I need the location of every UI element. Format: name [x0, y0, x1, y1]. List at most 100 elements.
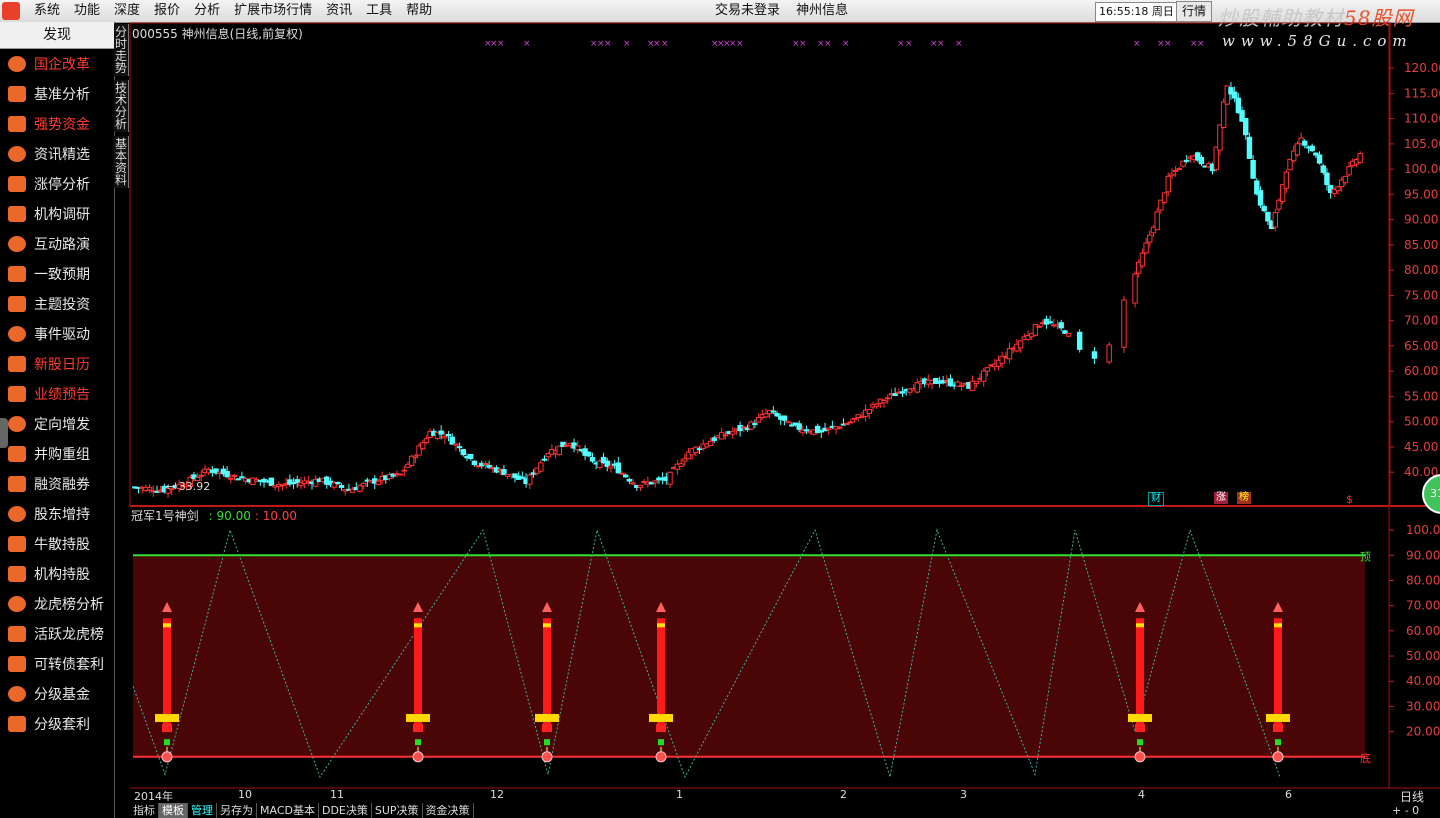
- signal-bar-cap: [414, 623, 422, 628]
- candle-body: [445, 433, 452, 437]
- bottom-tab-6[interactable]: SUP决策: [372, 803, 423, 818]
- candle-body: [851, 417, 858, 420]
- candle-body: [1243, 118, 1249, 136]
- candle-body: [1106, 344, 1112, 363]
- bottom-tab-4[interactable]: MACD基本: [257, 803, 319, 818]
- top-signal-mark: ×: [937, 39, 945, 49]
- candle-body: [467, 453, 474, 459]
- candle-body: [1261, 206, 1267, 212]
- candle-body: [774, 412, 780, 417]
- candle-body: [652, 480, 658, 484]
- candle-body: [519, 476, 526, 479]
- bottom-tab-0[interactable]: 指标: [130, 803, 159, 818]
- x-axis-label: 12: [490, 788, 504, 801]
- candle-body: [1017, 340, 1024, 349]
- signal-green-dot: [1137, 739, 1143, 746]
- candle-body: [958, 385, 965, 388]
- signal-bar-band: [649, 713, 673, 722]
- signal-bar-cap: [163, 623, 171, 628]
- period-label[interactable]: 日线: [1400, 788, 1424, 805]
- signal-green-dot: [415, 739, 421, 746]
- candle-body: [667, 471, 673, 485]
- candle-body: [752, 423, 758, 426]
- candle-body: [357, 485, 363, 492]
- candle-body: [556, 445, 562, 456]
- signal-bar-foot: [542, 724, 552, 733]
- chart-canvas[interactable]: 40.00 45.00 50.00 55.00 60.00 65.00 70.00 75.00…: [0, 0, 1440, 818]
- candle-body: [803, 429, 810, 432]
- candle-body: [1324, 172, 1330, 186]
- y-tick-label: 80.00: [1404, 263, 1438, 277]
- candle-body: [1161, 192, 1168, 203]
- signal-bar-foot: [1273, 724, 1283, 733]
- bottom-tab-5[interactable]: DDE决策: [319, 803, 372, 818]
- indicator-zone: [133, 555, 1365, 757]
- bottom-tab-2[interactable]: 管理: [188, 803, 217, 818]
- candle-body: [1283, 171, 1290, 189]
- candle-body: [442, 435, 448, 439]
- x-axis-label: 1: [676, 788, 683, 801]
- bottom-tab-1[interactable]: 模板: [159, 803, 188, 818]
- candle-body: [1220, 101, 1227, 128]
- event-tag-dragon-list[interactable]: 榜: [1237, 492, 1251, 504]
- candle-body: [770, 410, 777, 413]
- candle-body: [235, 478, 241, 481]
- candle-body: [1231, 91, 1238, 99]
- event-tag-dollar[interactable]: $: [1346, 493, 1353, 506]
- candle-body: [501, 469, 507, 476]
- top-signal-mark: ×: [824, 39, 832, 49]
- signal-green-dot: [1275, 739, 1281, 746]
- candle-body: [1036, 325, 1042, 328]
- event-tag-limit-up[interactable]: 涨: [1214, 492, 1228, 504]
- indicator-y-label: 100.00: [1406, 523, 1440, 537]
- candle-body: [360, 482, 367, 487]
- candle-body: [239, 476, 245, 479]
- candle-body: [885, 397, 891, 400]
- candle-body: [1176, 167, 1183, 170]
- candle-body: [608, 465, 614, 469]
- candle-body: [981, 370, 987, 382]
- candle-body: [589, 456, 596, 462]
- candle-body: [1342, 175, 1349, 184]
- candle-body: [682, 458, 688, 462]
- y-tick-label: 45.00: [1404, 440, 1438, 454]
- candle-body: [984, 367, 991, 372]
- candle-body: [1180, 160, 1186, 167]
- candle-body: [637, 484, 644, 488]
- top-reference-label: 顶: [1360, 550, 1371, 563]
- candle-body: [1246, 136, 1253, 159]
- candle-body: [1272, 212, 1278, 228]
- candle-body: [268, 477, 275, 487]
- bottom-tab-3[interactable]: 另存为: [217, 803, 257, 818]
- candle-body: [486, 464, 492, 468]
- candle-body: [711, 437, 717, 441]
- candle-body: [1217, 124, 1223, 151]
- top-signal-mark: ×: [523, 39, 531, 49]
- bottom-tabs: 指标 模板 管理 另存为 MACD基本 DDE决策 SUP决策 资金决策: [130, 803, 474, 818]
- candle-body: [1062, 330, 1068, 334]
- indicator-y-label: 30.00: [1406, 699, 1440, 713]
- candle-body: [1320, 165, 1326, 173]
- signal-bar: [1274, 618, 1282, 727]
- candle-body: [1265, 211, 1271, 222]
- candle-body: [844, 422, 850, 425]
- candle-body: [1302, 140, 1308, 146]
- indicator-y-label: 40.00: [1406, 674, 1440, 688]
- candle-body: [401, 469, 407, 472]
- candle-body: [623, 474, 629, 478]
- candle-body: [460, 449, 467, 456]
- zoom-controls[interactable]: + - 0: [1392, 804, 1419, 817]
- signal-bar-foot: [413, 724, 423, 733]
- indicator-y-label: 60.00: [1406, 624, 1440, 638]
- candle-body: [973, 380, 980, 384]
- signal-bar: [414, 618, 422, 727]
- candle-body: [527, 474, 533, 485]
- indicator-y-label: 80.00: [1406, 573, 1440, 587]
- indicator-y-label: 20.00: [1406, 725, 1440, 739]
- candle-body: [146, 487, 153, 491]
- y-tick-label: 55.00: [1404, 389, 1438, 403]
- candle-body: [420, 442, 426, 450]
- y-tick-label: 70.00: [1404, 314, 1438, 328]
- event-tag-finance[interactable]: 财: [1148, 492, 1164, 506]
- bottom-tab-7[interactable]: 资金决策: [423, 803, 474, 818]
